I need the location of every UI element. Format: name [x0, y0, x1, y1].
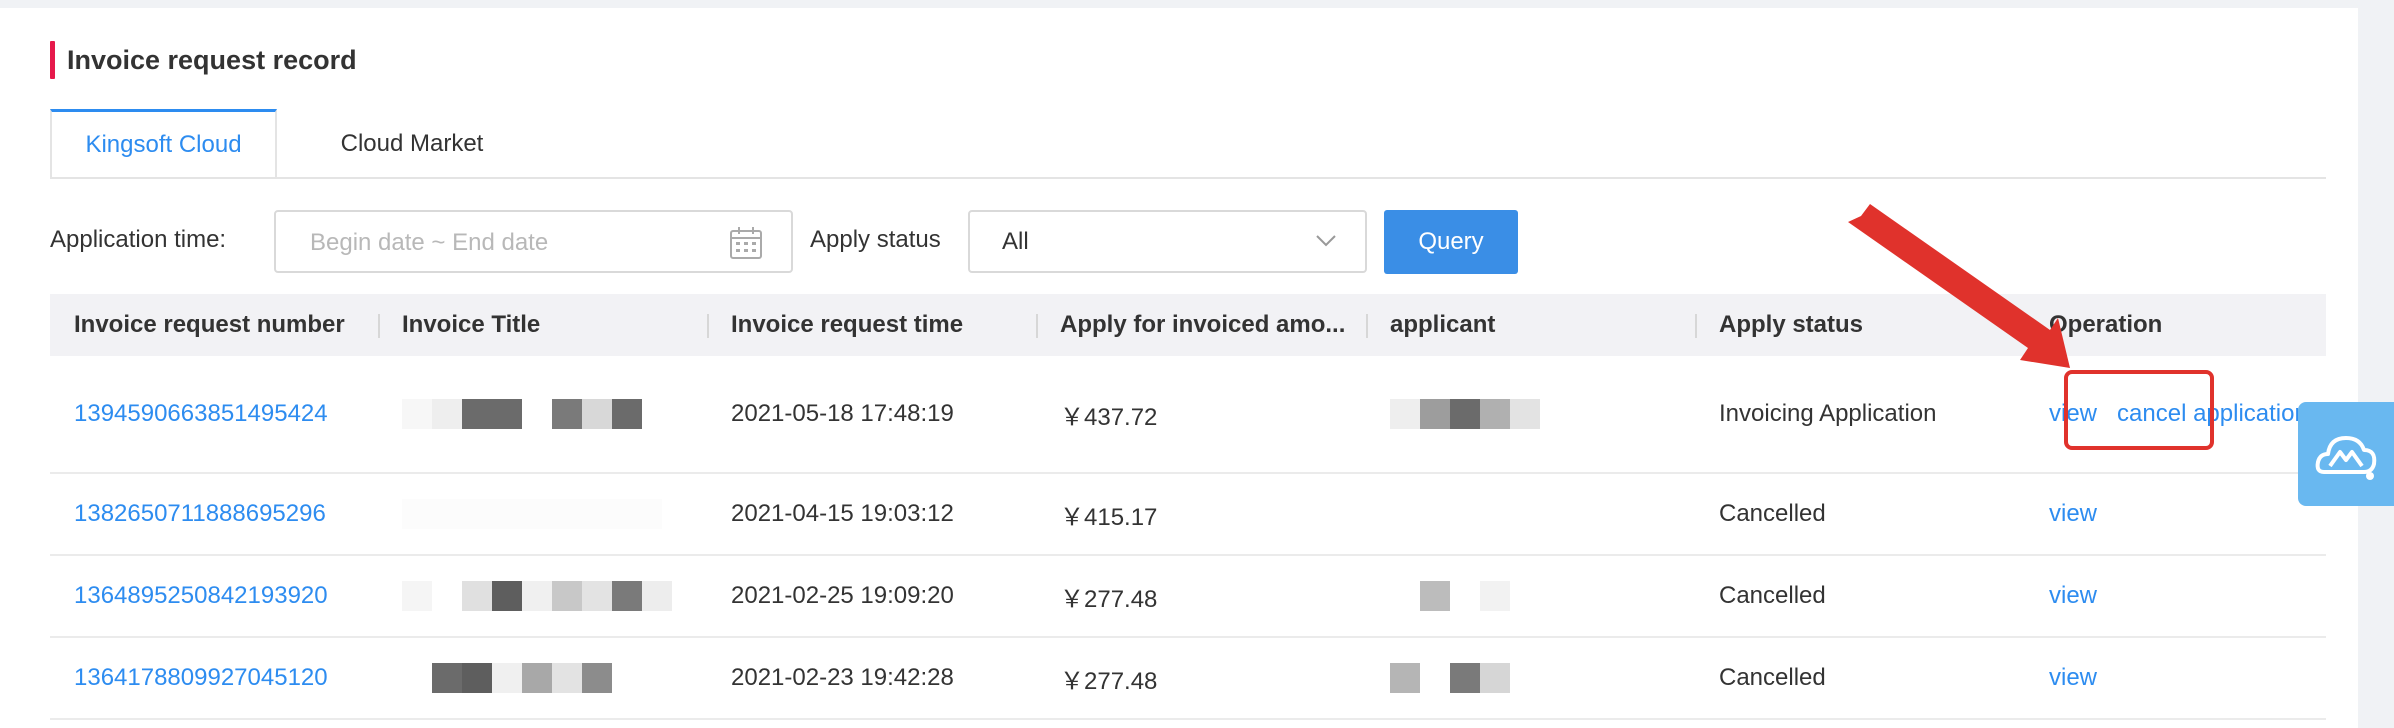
application-time-label: Application time:	[50, 226, 227, 253]
floating-help-widget[interactable]	[2298, 402, 2394, 506]
table-row: 1364178809927045120 2021-02-23 19:42:28 …	[50, 637, 2326, 720]
redacted-applicant	[1390, 663, 1695, 693]
tab-kingsoft-cloud[interactable]: Kingsoft Cloud	[50, 109, 277, 177]
redacted-invoice-title	[402, 581, 707, 611]
table-row: 1394590663851495424 2021-05-18 17:48:19 …	[50, 356, 2326, 474]
title-accent-bar	[50, 41, 55, 79]
date-range-input[interactable]	[308, 226, 712, 260]
col-header-operation: Operation	[2025, 294, 2326, 356]
invoiced-amount: ￥277.48	[1036, 555, 1366, 638]
tab-cloud-market[interactable]: Cloud Market	[312, 110, 512, 177]
status-badge: Cancelled	[1695, 555, 2025, 638]
invoiced-amount: ￥415.17	[1036, 473, 1366, 556]
status-badge: Cancelled	[1695, 637, 2025, 720]
redacted-invoice-title	[402, 663, 707, 693]
chevron-down-icon	[1316, 235, 1336, 247]
apply-status-label: Apply status	[810, 226, 941, 253]
invoiced-amount: ￥277.48	[1036, 637, 1366, 720]
request-number-link[interactable]: 1364178809927045120	[74, 664, 328, 691]
table-row: 1364895250842193920 2021-02-25 19:09:20 …	[50, 555, 2326, 638]
request-time: 2021-02-23 19:42:28	[707, 637, 1036, 720]
invoice-records-table: Invoice request number Invoice Title Inv…	[50, 294, 2326, 720]
calendar-icon	[730, 227, 762, 259]
redacted-invoice-title	[402, 499, 707, 529]
cloud-chat-icon	[2315, 436, 2377, 480]
table-row: 1382650711888695296 2021-04-15 19:03:12 …	[50, 473, 2326, 556]
invoiced-amount: ￥437.72	[1036, 356, 1366, 474]
request-time: 2021-04-15 19:03:12	[707, 473, 1036, 556]
page-title: Invoice request record	[67, 44, 357, 75]
request-number-link[interactable]: 1394590663851495424	[74, 400, 328, 427]
col-header-invoice-title: Invoice Title	[378, 294, 707, 356]
col-header-invoiced-amount: Apply for invoiced amo...	[1036, 294, 1366, 356]
redacted-applicant	[1390, 581, 1695, 611]
request-number-link[interactable]: 1382650711888695296	[74, 500, 326, 527]
query-button[interactable]: Query	[1384, 210, 1518, 274]
view-link[interactable]: view	[2049, 582, 2097, 609]
view-link[interactable]: view	[2049, 500, 2097, 527]
request-number-link[interactable]: 1364895250842193920	[74, 582, 328, 609]
table-header-row: Invoice request number Invoice Title Inv…	[50, 294, 2326, 356]
col-header-request-time: Invoice request time	[707, 294, 1036, 356]
tab-bar: Kingsoft Cloud Cloud Market	[50, 109, 2326, 179]
request-time: 2021-02-25 19:09:20	[707, 555, 1036, 638]
col-header-apply-status: Apply status	[1695, 294, 2025, 356]
col-header-applicant: applicant	[1366, 294, 1695, 356]
status-badge: Invoicing Application	[1695, 356, 2025, 474]
annotation-highlight-box	[2064, 370, 2214, 450]
apply-status-value: All	[1002, 228, 1029, 255]
view-link[interactable]: view	[2049, 664, 2097, 691]
section-title: Invoice request record	[50, 41, 357, 79]
apply-status-select[interactable]: All	[968, 210, 1367, 273]
redacted-invoice-title	[402, 399, 707, 429]
request-time: 2021-05-18 17:48:19	[707, 356, 1036, 474]
col-header-request-number: Invoice request number	[50, 294, 378, 356]
date-range-picker[interactable]	[274, 210, 793, 273]
status-badge: Cancelled	[1695, 473, 2025, 556]
redacted-applicant	[1390, 399, 1695, 429]
